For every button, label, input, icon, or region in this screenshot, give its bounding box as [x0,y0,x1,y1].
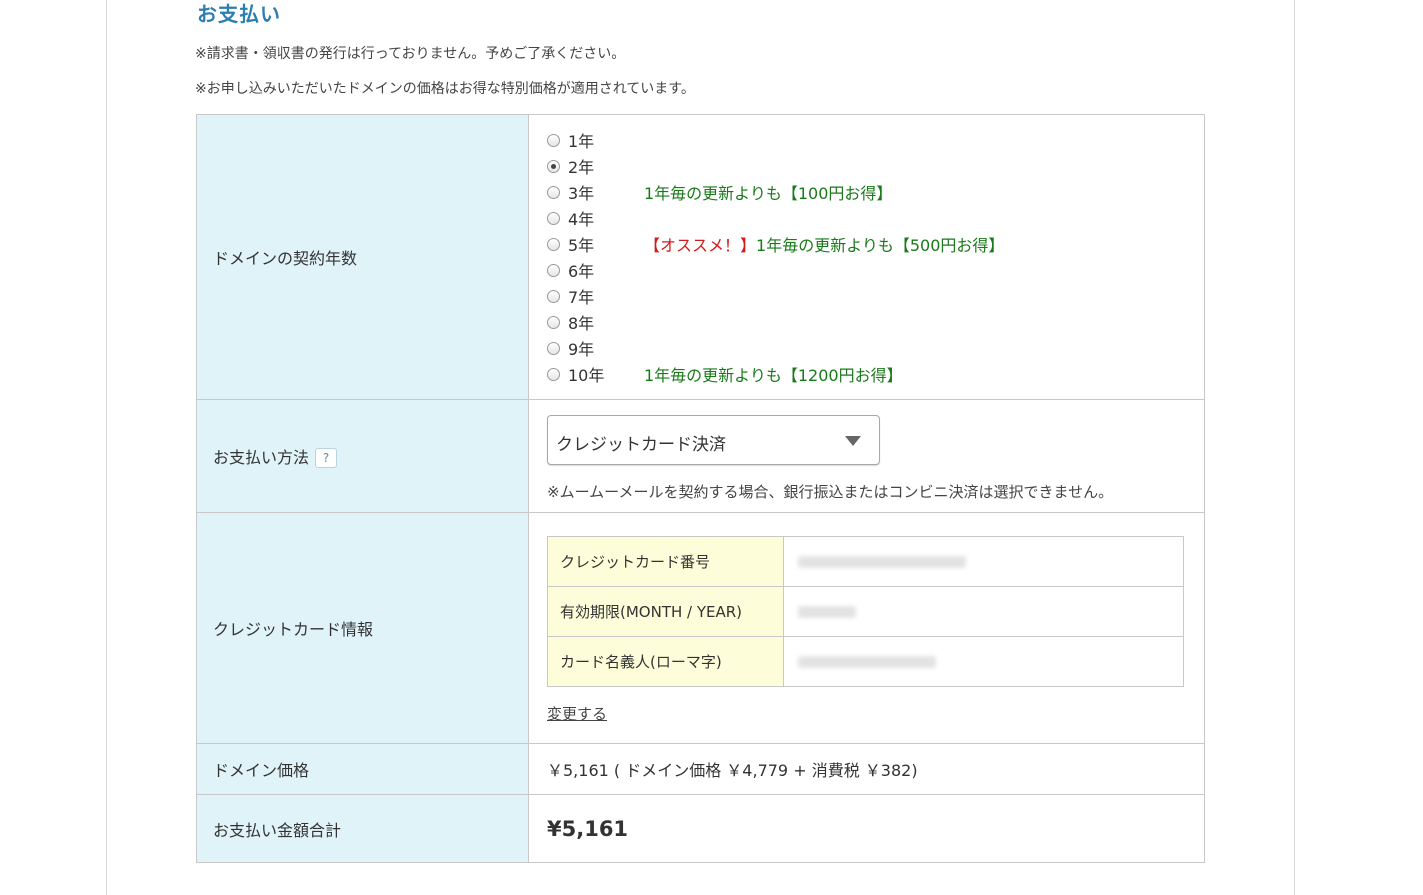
special-price-note: ※お申し込みいただいたドメインの価格はお得な特別価格が適用されています。 [195,81,695,97]
radio-button[interactable] [547,367,560,381]
year-option-4[interactable]: 4年 [547,205,1204,231]
contract-years-row: ドメインの契約年数 1年 2年 3年 1年毎の更新よりも【100円お得】 4年 … [196,114,1205,400]
card-holder-row: カード名義人(ローマ字) [547,636,1184,687]
total-amount-row: お支払い金額合計 ¥5,161 [196,794,1205,863]
year-option-8[interactable]: 8年 [547,309,1204,335]
year-option-5[interactable]: 5年 【オススメ！】 1年毎の更新よりも【500円お得】 [547,231,1204,257]
radio-button[interactable] [547,185,560,199]
domain-price-cell: ￥5,161 ( ドメイン価格 ￥4,779 + 消費税 ￥382) [528,743,1205,795]
card-holder-label: カード名義人(ローマ字) [547,636,784,687]
contract-years-label: ドメインの契約年数 [196,114,529,400]
payment-method-header: お支払い方法? [196,399,529,513]
radio-button-selected[interactable] [547,159,560,173]
year-option-label[interactable]: 9年 [568,336,644,360]
card-expiry-value [783,586,1184,637]
year-option-label[interactable]: 10年 [568,362,644,386]
recommend-badge: 【オススメ！】 [644,236,757,255]
year-option-3[interactable]: 3年 1年毎の更新よりも【100円お得】 [547,179,1204,205]
card-number-row: クレジットカード番号 [547,536,1184,587]
credit-card-row: クレジットカード情報 クレジットカード番号 有効期限(MONTH / YEAR)… [196,512,1205,744]
section-title: お支払い [197,2,281,26]
credit-card-cell: クレジットカード番号 有効期限(MONTH / YEAR) カード名義人(ローマ… [528,512,1205,744]
payment-method-select[interactable]: クレジットカード決済 [547,414,880,465]
year-option-label[interactable]: 2年 [568,154,644,178]
total-amount-label: お支払い金額合計 [196,794,529,863]
domain-price-row: ドメイン価格 ￥5,161 ( ドメイン価格 ￥4,779 + 消費税 ￥382… [196,743,1205,795]
chevron-down-icon [845,435,861,446]
masked-card-holder [798,655,936,668]
year-option-label[interactable]: 8年 [568,310,644,334]
radio-button[interactable] [547,315,560,329]
domain-price-value: ￥5,161 ( ドメイン価格 ￥4,779 + 消費税 ￥382) [547,761,918,780]
year-option-7[interactable]: 7年 [547,283,1204,309]
year-option-label[interactable]: 6年 [568,258,644,282]
radio-button[interactable] [547,263,560,277]
masked-card-expiry [798,605,856,618]
year-option-10[interactable]: 10年 1年毎の更新よりも【1200円お得】 [547,361,1204,387]
invoice-note: ※請求書・領収書の発行は行っておりません。予めご了承ください。 [195,46,626,62]
radio-button[interactable] [547,211,560,225]
promo-text: 1年毎の更新よりも【100円お得】 [644,184,893,203]
change-card-link[interactable]: 変更する [547,703,607,724]
payment-method-cell: クレジットカード決済 ※ムームーメールを契約する場合、銀行振込またはコンビニ決済… [528,399,1205,513]
year-option-1[interactable]: 1年 [547,127,1204,153]
card-holder-value [783,636,1184,687]
domain-price-label: ドメイン価格 [196,743,529,795]
promo-text: 1年毎の更新よりも【1200円お得】 [644,366,903,385]
payment-form-table: ドメインの契約年数 1年 2年 3年 1年毎の更新よりも【100円お得】 4年 … [196,114,1205,863]
contract-years-options: 1年 2年 3年 1年毎の更新よりも【100円お得】 4年 5年 【オススメ！】… [547,127,1204,387]
radio-button[interactable] [547,289,560,303]
credit-card-details-table: クレジットカード番号 有効期限(MONTH / YEAR) カード名義人(ローマ… [547,536,1184,687]
radio-button[interactable] [547,237,560,251]
promo-text: 1年毎の更新よりも【500円お得】 [756,236,1005,255]
help-icon[interactable]: ? [315,448,338,469]
year-option-9[interactable]: 9年 [547,335,1204,361]
total-amount-cell: ¥5,161 [528,794,1205,863]
card-expiry-label: 有効期限(MONTH / YEAR) [547,586,784,637]
year-option-label[interactable]: 4年 [568,206,644,230]
year-option-6[interactable]: 6年 [547,257,1204,283]
payment-method-note: ※ムームーメールを契約する場合、銀行振込またはコンビニ決済は選択できません。 [547,482,1114,501]
year-option-label[interactable]: 5年 [568,232,644,256]
year-option-label[interactable]: 3年 [568,180,644,204]
payment-method-label: お支払い方法 [213,447,310,467]
radio-button[interactable] [547,133,560,147]
card-expiry-row: 有効期限(MONTH / YEAR) [547,586,1184,637]
year-option-2[interactable]: 2年 [547,153,1204,179]
total-amount-value: ¥5,161 [547,816,629,841]
payment-method-row: お支払い方法? クレジットカード決済 ※ムームーメールを契約する場合、銀行振込ま… [196,399,1205,513]
masked-card-number [798,555,966,568]
year-option-label[interactable]: 7年 [568,284,644,308]
payment-method-selected-value: クレジットカード決済 [556,434,726,455]
card-number-label: クレジットカード番号 [547,536,784,587]
credit-card-label: クレジットカード情報 [196,512,529,744]
radio-button[interactable] [547,341,560,355]
card-number-value [783,536,1184,587]
contract-years-cell: 1年 2年 3年 1年毎の更新よりも【100円お得】 4年 5年 【オススメ！】… [528,114,1205,400]
year-option-label[interactable]: 1年 [568,128,644,152]
